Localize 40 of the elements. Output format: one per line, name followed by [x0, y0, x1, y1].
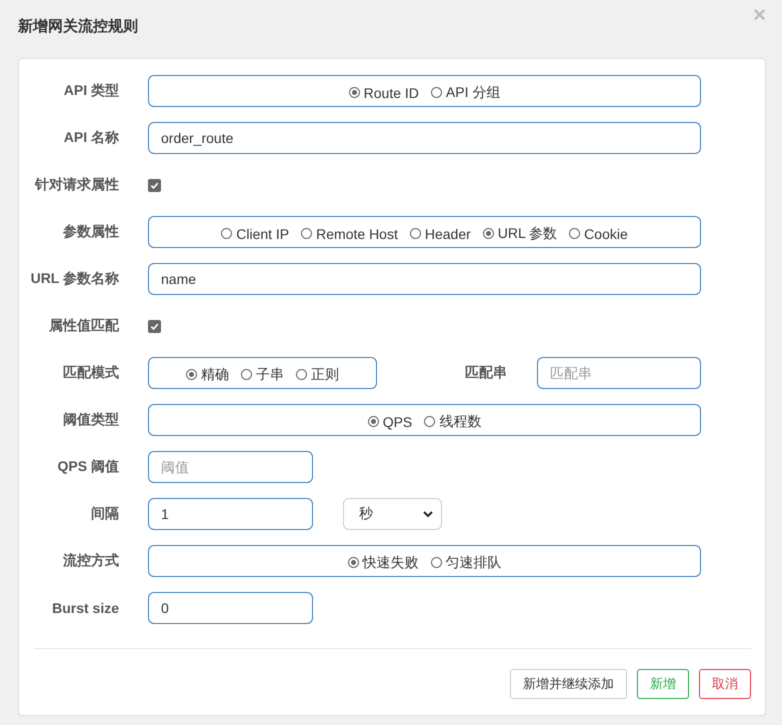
field-label: Burst size: [51, 600, 119, 616]
field-label: API 类型: [62, 82, 119, 100]
field-label: 匹配串: [464, 364, 507, 382]
field-label: 间隔: [90, 505, 119, 523]
input-field[interactable]: 0: [148, 592, 313, 624]
action-button[interactable]: 新增并继续添加: [510, 669, 627, 699]
radio-option[interactable]: 匀速排队: [430, 554, 502, 572]
field-label: API 名称: [62, 129, 119, 147]
input-field[interactable]: name: [148, 263, 701, 295]
input-field[interactable]: 1: [148, 498, 313, 530]
radio-option[interactable]: API 分组: [430, 84, 500, 102]
radio-option[interactable]: QPS: [368, 414, 412, 430]
input-field[interactable]: 匹配串: [537, 357, 701, 389]
checkbox[interactable]: [148, 320, 161, 332]
chevron-down-icon: [423, 510, 433, 518]
field-label: 参数属性: [62, 223, 119, 241]
radio-option[interactable]: Remote Host: [301, 226, 398, 242]
field-label: 流控方式: [62, 552, 119, 570]
radio-option[interactable]: 正则: [296, 366, 339, 384]
input-field[interactable]: order_route: [148, 122, 701, 154]
field-label: 针对请求属性: [34, 176, 119, 194]
action-button[interactable]: 取消: [699, 669, 751, 699]
radio-option[interactable]: 线程数: [424, 412, 482, 430]
radio-option[interactable]: Client IP: [221, 226, 290, 242]
radio-option[interactable]: Cookie: [569, 226, 628, 242]
radio-option[interactable]: 精确: [186, 366, 229, 384]
radio-option[interactable]: 子串: [241, 366, 284, 384]
dialog-title: 新增网关流控规则: [18, 17, 138, 36]
radio-option[interactable]: 快速失败: [348, 554, 418, 572]
field-label: 阈值类型: [62, 411, 119, 429]
unit-select[interactable]: 秒: [343, 498, 442, 530]
input-field[interactable]: 阈值: [148, 451, 313, 483]
field-label: 匹配模式: [62, 364, 119, 382]
radio-option[interactable]: Route ID: [348, 84, 419, 100]
field-label: 属性值匹配: [48, 317, 119, 335]
field-label: URL 参数名称: [30, 270, 119, 288]
radio-option[interactable]: Header: [410, 226, 471, 242]
field-label: QPS 阈值: [56, 458, 119, 476]
checkbox[interactable]: [148, 178, 161, 192]
radio-option[interactable]: URL 参数: [482, 224, 558, 242]
